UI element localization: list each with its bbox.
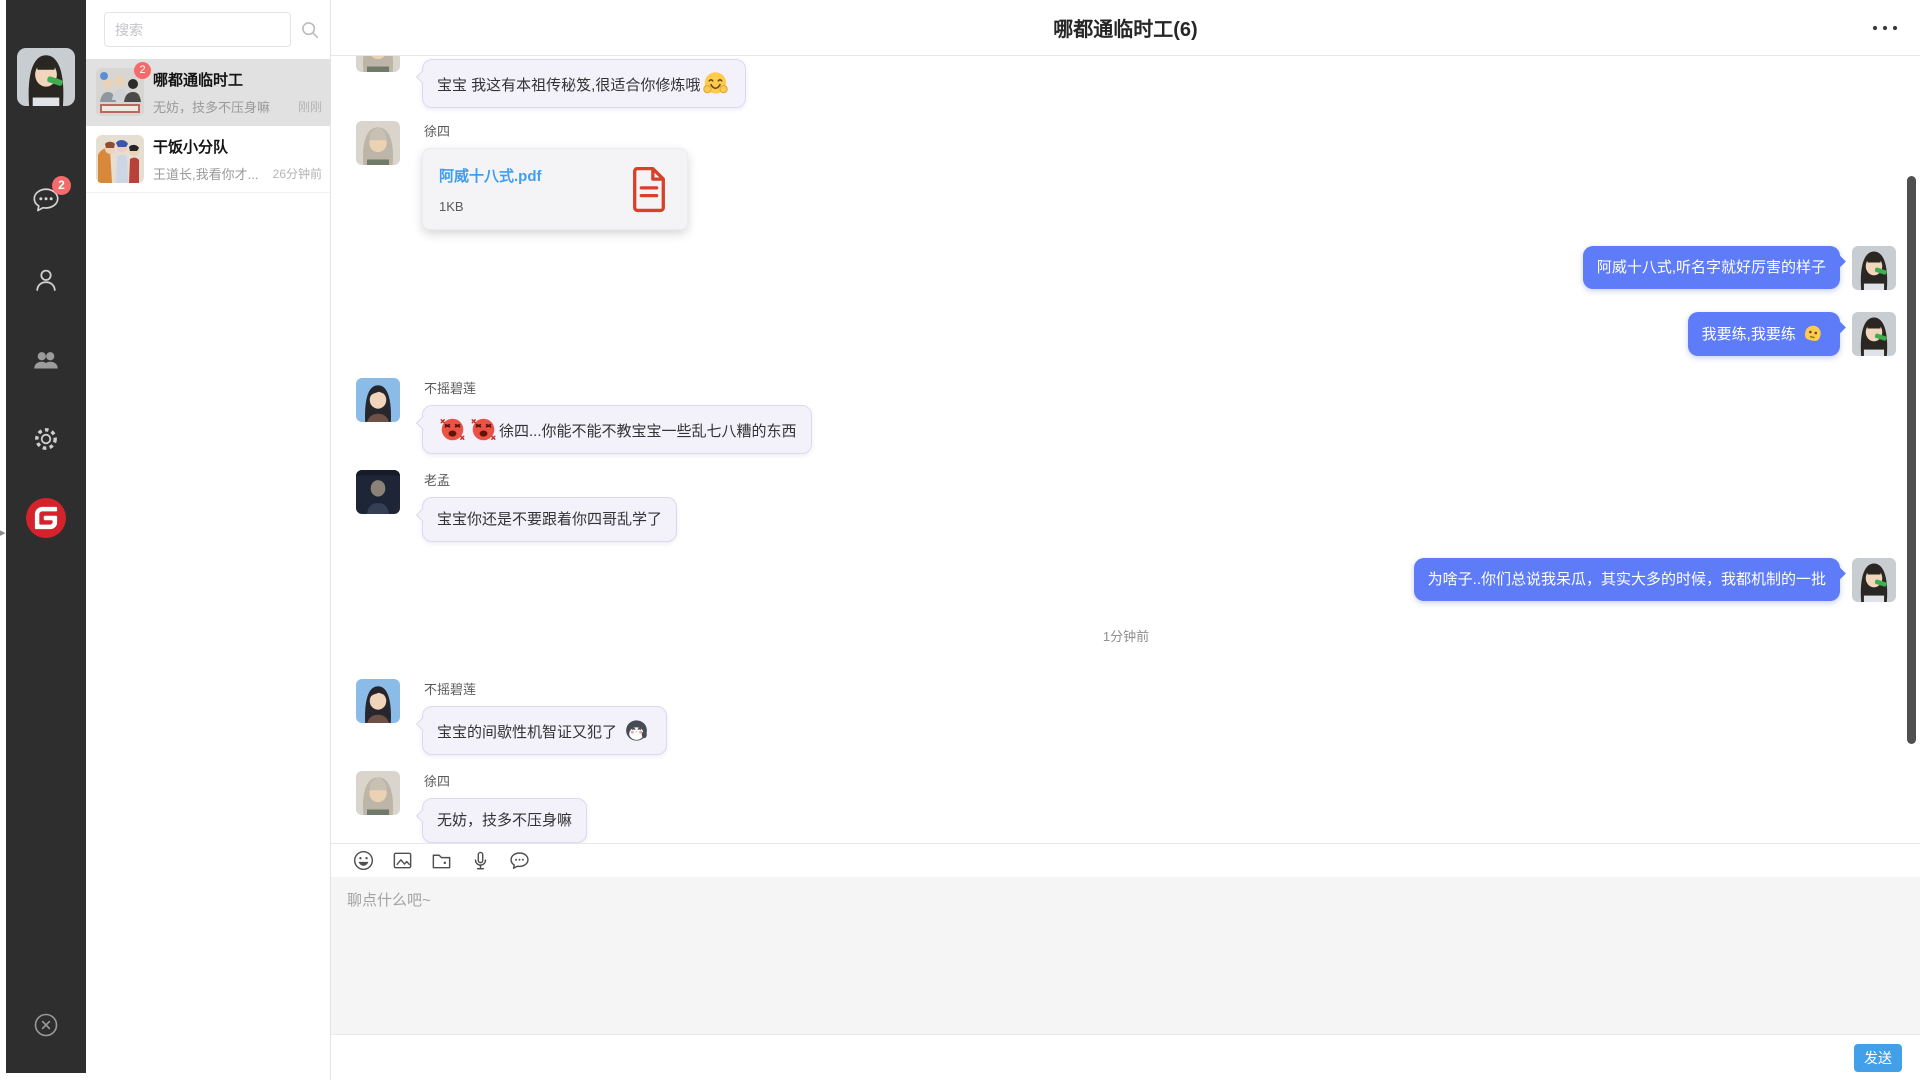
baobao-avatar[interactable] <box>1852 312 1896 356</box>
message-row: 徐四阿威十八式.pdf 1KB <box>356 121 1896 230</box>
file-size: 1KB <box>439 199 542 214</box>
file-message-card[interactable]: 阿威十八式.pdf 1KB <box>422 148 688 230</box>
melting-face-emoji <box>1802 322 1824 344</box>
message-row: 不摇碧莲宝宝的间歇性机智证又犯了 <box>356 679 1896 755</box>
bubble-tail <box>416 717 430 731</box>
bubble-tail <box>416 809 430 823</box>
message-bubble: 宝宝你还是不要跟着你四哥乱学了 <box>422 497 677 542</box>
builian-avatar[interactable] <box>356 378 400 422</box>
chat-icon[interactable]: 2 <box>31 185 61 215</box>
search-icon[interactable] <box>300 20 320 40</box>
file-name: 阿威十八式.pdf <box>439 165 542 186</box>
gitee-logo[interactable] <box>26 498 66 538</box>
composer-footer: 发送 <box>331 1034 1920 1080</box>
message-bubble: 为啥子..你们总说我呆瓜，其实大多的时候，我都机制的一批 <box>1414 558 1840 601</box>
mic-icon[interactable] <box>469 849 492 872</box>
panel-expander-icon[interactable]: ▸ <box>0 528 6 539</box>
bubble-tail <box>416 508 430 522</box>
bubble-tail <box>1833 255 1846 268</box>
bubble-tail <box>416 70 430 84</box>
message-text: 我要练,我要练 <box>1702 326 1800 343</box>
chat-item-last-message: 王道长,我看你才... <box>153 164 258 183</box>
unread-badge: 2 <box>134 62 151 79</box>
baobao-avatar[interactable] <box>1852 246 1896 290</box>
chat-window: 哪都通临时工(6) 宝宝 我这有本祖传秘笈,很适合你修炼哦徐四阿威十八式.pdf… <box>330 0 1920 1080</box>
chat-list-item[interactable]: 干饭小分队王道长,我看你才... 26分钟前 <box>86 126 330 193</box>
group-icon[interactable] <box>31 345 61 375</box>
chat-list-item[interactable]: 2哪都通临时工无妨，技多不压身嘛刚刚 <box>86 59 330 126</box>
time-divider: 1分钟前 <box>356 626 1896 645</box>
contacts-icon[interactable] <box>31 265 61 295</box>
unread-badge: 2 <box>52 176 71 195</box>
pdf-icon <box>627 164 671 214</box>
chat-title: 哪都通临时工(6) <box>1053 13 1197 42</box>
chat-item-title: 干饭小分队 <box>153 136 322 157</box>
close-icon[interactable] <box>31 1010 61 1040</box>
message-row: 阿威十八式,听名字就好厉害的样子 <box>356 246 1896 290</box>
sender-name: 不摇碧莲 <box>424 378 812 397</box>
xusi-avatar[interactable] <box>356 771 400 815</box>
message-text: 宝宝你还是不要跟着你四哥乱学了 <box>437 511 662 528</box>
baobao-avatar[interactable] <box>1852 558 1896 602</box>
chat-list-panel: 2哪都通临时工无妨，技多不压身嘛刚刚干饭小分队王道长,我看你才...26分钟前 <box>86 0 330 1080</box>
message-bubble: 宝宝 我这有本祖传秘笈,很适合你修炼哦 <box>422 59 746 108</box>
message-text: 为啥子..你们总说我呆瓜，其实大多的时候，我都机制的一批 <box>1428 571 1826 588</box>
message-row: 老孟宝宝你还是不要跟着你四哥乱学了 <box>356 470 1896 542</box>
xusi-avatar[interactable] <box>356 56 400 72</box>
hugging-face-emoji <box>702 70 729 97</box>
emoji-icon[interactable] <box>352 849 375 872</box>
chat-item-last-message: 无妨，技多不压身嘛 <box>153 97 270 116</box>
laomeng-avatar[interactable] <box>356 470 400 514</box>
sender-name: 徐四 <box>424 771 587 790</box>
message-row: 为啥子..你们总说我呆瓜，其实大多的时候，我都机制的一批 <box>356 558 1896 602</box>
chat-list: 2哪都通临时工无妨，技多不压身嘛刚刚干饭小分队王道长,我看你才...26分钟前 <box>86 59 330 193</box>
message-input[interactable] <box>331 877 1920 1034</box>
bubble-tail <box>1833 567 1846 580</box>
user-avatar[interactable] <box>17 48 75 106</box>
message-area: 宝宝 我这有本祖传秘笈,很适合你修炼哦徐四阿威十八式.pdf1KB阿威十八式,听… <box>331 56 1920 843</box>
message-row: 不摇碧莲徐四...你能不能不教宝宝一些乱七八糟的东西 <box>356 378 1896 454</box>
group-ganfan-avatar <box>96 135 144 183</box>
builian-avatar[interactable] <box>356 679 400 723</box>
sender-name: 徐四 <box>424 121 688 140</box>
message-text: 无妨，技多不压身嘛 <box>437 812 572 829</box>
message-bubble: 无妨，技多不压身嘛 <box>422 798 587 843</box>
folder-icon[interactable] <box>430 849 453 872</box>
message-text: 宝宝的间歇性机智证又犯了 <box>437 724 621 741</box>
message-text: 宝宝 我这有本祖传秘笈,很适合你修炼哦 <box>437 77 700 94</box>
scrollbar-thumb[interactable] <box>1907 176 1916 744</box>
image-icon[interactable] <box>391 849 414 872</box>
chat-item-time: 26分钟前 <box>273 165 322 182</box>
search-bar <box>86 0 330 59</box>
sender-name: 不摇碧莲 <box>424 679 667 698</box>
message-row: 徐四无妨，技多不压身嘛 <box>356 771 1896 843</box>
angry-face-emoji <box>439 416 466 443</box>
penguin-emoji <box>623 717 650 744</box>
message-row: 宝宝 我这有本祖传秘笈,很适合你修炼哦 <box>356 59 1896 108</box>
message-bubble: 宝宝的间歇性机智证又犯了 <box>422 706 667 755</box>
message-bubble: 徐四...你能不能不教宝宝一些乱七八糟的东西 <box>422 405 812 454</box>
angry-face-emoji <box>470 416 497 443</box>
composer <box>331 877 1920 1034</box>
xusi-avatar[interactable] <box>356 121 400 165</box>
message-text: 徐四...你能不能不教宝宝一些乱七八糟的东西 <box>499 423 797 440</box>
sender-name: 老孟 <box>424 470 677 489</box>
bubble-tail <box>1833 321 1846 334</box>
chat-item-title: 哪都通临时工 <box>153 69 322 90</box>
send-button[interactable]: 发送 <box>1854 1044 1902 1072</box>
chat-item-time: 刚刚 <box>298 98 322 115</box>
settings-icon[interactable] <box>31 424 61 454</box>
chat-header: 哪都通临时工(6) <box>331 0 1920 56</box>
search-input[interactable] <box>104 12 291 47</box>
composer-toolbar <box>331 843 1920 877</box>
group-nadu-avatar: 2 <box>96 68 144 116</box>
message-text: 阿威十八式,听名字就好厉害的样子 <box>1597 259 1826 276</box>
bubble-tail <box>416 416 430 430</box>
more-menu-icon[interactable] <box>1870 19 1900 37</box>
message-bubble: 阿威十八式,听名字就好厉害的样子 <box>1583 246 1840 289</box>
app-sidebar: 2 <box>6 0 86 1073</box>
chat-history-icon[interactable] <box>508 849 531 872</box>
message-row: 我要练,我要练 <box>356 312 1896 356</box>
message-bubble: 我要练,我要练 <box>1688 312 1840 356</box>
